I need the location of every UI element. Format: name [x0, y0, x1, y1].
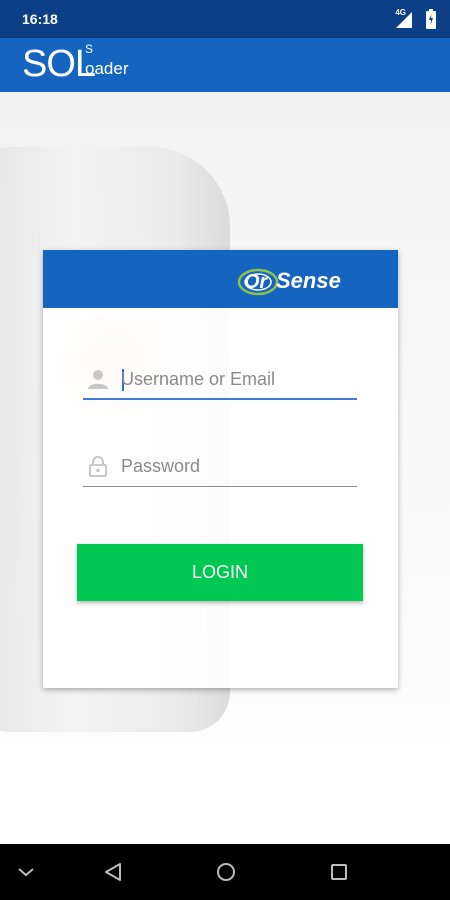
login-button[interactable]: LOGIN: [77, 544, 363, 601]
login-card: Or Sense LOGIN: [43, 250, 398, 688]
home-icon[interactable]: [214, 860, 238, 884]
chevron-down-icon[interactable]: [14, 860, 38, 884]
signal-icon: [396, 12, 412, 28]
username-field[interactable]: [83, 360, 357, 400]
app-logo-superscript: S: [85, 42, 94, 56]
lock-icon: [89, 456, 107, 477]
status-bar: 16:18 4G: [0, 0, 450, 38]
back-icon[interactable]: [101, 860, 125, 884]
password-input[interactable]: [121, 453, 351, 479]
brand-logo: Or Sense: [237, 268, 341, 296]
recents-icon[interactable]: [327, 860, 351, 884]
battery-icon: [426, 9, 436, 29]
svg-text:Sense: Sense: [276, 268, 341, 293]
person-icon: [88, 370, 108, 389]
app-logo-suffix: oader: [85, 59, 129, 78]
status-time: 16:18: [22, 11, 58, 27]
navigation-bar: [0, 844, 450, 900]
app-bar: SOL S oader: [0, 38, 450, 92]
password-field[interactable]: [83, 447, 357, 487]
card-header: Or Sense: [43, 250, 398, 308]
username-input[interactable]: [121, 366, 351, 392]
svg-text:Or: Or: [244, 271, 269, 293]
